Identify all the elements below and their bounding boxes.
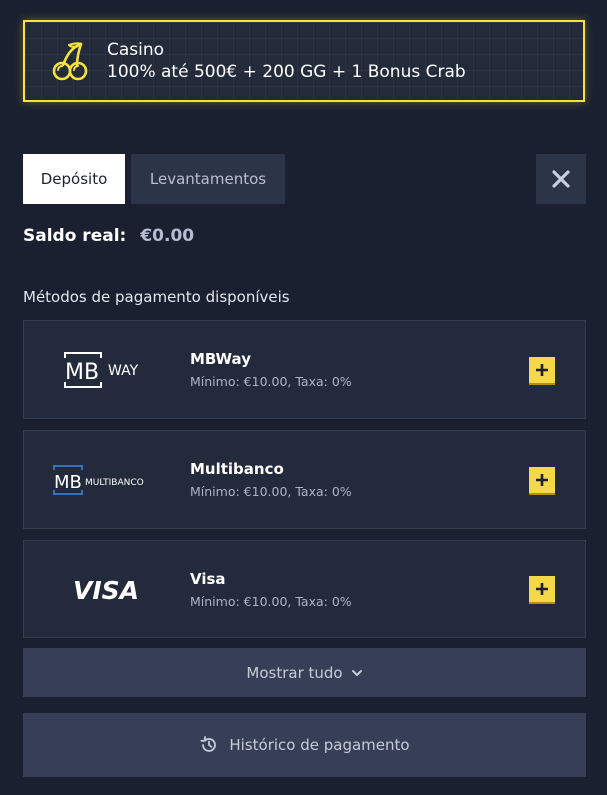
chevron-down-icon (351, 669, 362, 676)
mbway-logo: MB WAY (24, 340, 190, 400)
close-icon (552, 170, 570, 188)
history-icon (200, 736, 217, 752)
close-button[interactable] (536, 154, 586, 204)
promo-offer: 100% até 500€ + 200 GG + 1 Bonus Crab (107, 62, 466, 82)
method-desc: Mínimo: €10.00, Taxa: 0% (190, 374, 352, 389)
payment-panel: Casino 100% até 500€ + 200 GG + 1 Bonus … (0, 0, 607, 795)
add-button[interactable] (529, 466, 555, 493)
method-name: MBWay (190, 350, 251, 368)
svg-text:VISA: VISA (73, 576, 139, 605)
tab-deposit[interactable]: Depósito (23, 154, 125, 204)
svg-text:MULTIBANCO: MULTIBANCO (85, 478, 144, 488)
method-info: Multibanco Mínimo: €10.00, Taxa: 0% (190, 460, 352, 499)
svg-text:MB: MB (65, 360, 99, 385)
payment-method-mbway[interactable]: MB WAY MBWay Mínimo: €10.00, Taxa: 0% (23, 320, 586, 419)
promo-banner[interactable]: Casino 100% até 500€ + 200 GG + 1 Bonus … (23, 20, 585, 102)
promo-text: Casino 100% até 500€ + 200 GG + 1 Bonus … (107, 40, 466, 82)
show-all-label: Mostrar tudo (246, 663, 343, 682)
add-button[interactable] (529, 576, 555, 602)
plus-icon (536, 363, 548, 376)
visa-logo: VISA (24, 559, 190, 619)
method-desc: Mínimo: €10.00, Taxa: 0% (190, 593, 352, 609)
payment-method-visa[interactable]: VISA Visa Mínimo: €10.00, Taxa: 0% (23, 540, 586, 638)
balance: Saldo real: €0.00 (23, 226, 194, 246)
svg-text:MB: MB (54, 472, 82, 493)
tab-withdrawals[interactable]: Levantamentos (131, 154, 285, 204)
payment-method-list: MB WAY MBWay Mínimo: €10.00, Taxa: 0% MB (23, 320, 586, 638)
multibanco-logo: MB MULTIBANCO (24, 450, 190, 510)
history-label: Histórico de pagamento (229, 736, 410, 754)
balance-value: €0.00 (140, 226, 195, 246)
methods-heading: Métodos de pagamento disponíveis (23, 288, 290, 306)
method-name: Multibanco (190, 460, 284, 478)
add-button[interactable] (529, 356, 555, 383)
show-all-button[interactable]: Mostrar tudo (23, 648, 586, 697)
method-desc: Mínimo: €10.00, Taxa: 0% (190, 484, 352, 499)
svg-text:WAY: WAY (108, 363, 139, 379)
plus-icon (536, 473, 548, 486)
payment-method-multibanco[interactable]: MB MULTIBANCO Multibanco Mínimo: €10.00,… (23, 430, 586, 529)
method-info: MBWay Mínimo: €10.00, Taxa: 0% (190, 350, 352, 389)
plus-icon (536, 583, 548, 595)
promo-title: Casino (107, 40, 165, 60)
cherries-icon (52, 42, 88, 81)
payment-tabs: Depósito Levantamentos (23, 154, 285, 204)
balance-label: Saldo real: (23, 226, 127, 246)
method-info: Visa Mínimo: €10.00, Taxa: 0% (190, 570, 352, 609)
payment-history-button[interactable]: Histórico de pagamento (23, 713, 586, 777)
method-name: Visa (190, 569, 226, 588)
